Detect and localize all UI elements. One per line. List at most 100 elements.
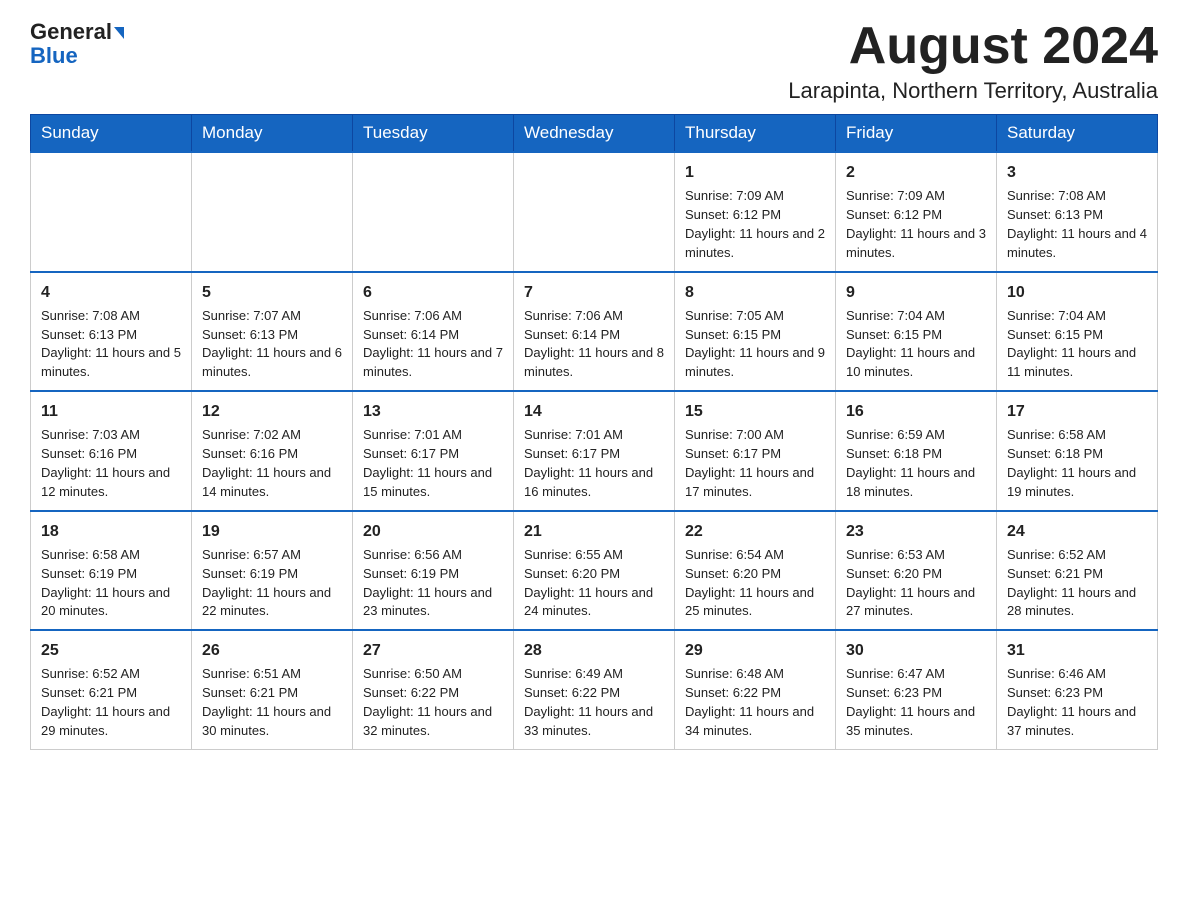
calendar-day-28: 28Sunrise: 6:49 AMSunset: 6:22 PMDayligh…	[514, 630, 675, 749]
logo-general: General	[30, 20, 124, 44]
calendar-day-25: 25Sunrise: 6:52 AMSunset: 6:21 PMDayligh…	[31, 630, 192, 749]
calendar-day-17: 17 Sunrise: 6:58 AMSunset: 6:18 PMDayligh…	[997, 391, 1158, 511]
calendar-day-9: 9Sunrise: 7:04 AMSunset: 6:15 PMDaylight…	[836, 272, 997, 392]
calendar-day-5: 5 Sunrise: 7:07 AMSunset: 6:13 PMDaylight…	[192, 272, 353, 392]
day-info: Sunrise: 6:47 AMSunset: 6:23 PMDaylight:…	[846, 666, 975, 738]
calendar-day-20: 20 Sunrise: 6:56 AMSunset: 6:19 PMDayligh…	[353, 511, 514, 631]
weekday-header-tuesday: Tuesday	[353, 115, 514, 153]
calendar-day-23: 23 Sunrise: 6:53 AMSunset: 6:20 PMDayligh…	[836, 511, 997, 631]
day-number: 17	[1007, 400, 1147, 423]
day-number: 20	[363, 520, 503, 543]
day-number: 26	[202, 639, 342, 662]
day-number: 2	[846, 161, 986, 184]
day-info: Sunrise: 7:01 AMSunset: 6:17 PMDaylight:…	[524, 427, 653, 499]
day-info: Sunrise: 6:55 AMSunset: 6:20 PMDaylight:…	[524, 547, 653, 619]
weekday-header-monday: Monday	[192, 115, 353, 153]
day-info: Sunrise: 6:49 AMSunset: 6:22 PMDaylight:…	[524, 666, 653, 738]
day-info: Sunrise: 7:07 AMSunset: 6:13 PMDaylight:…	[202, 308, 342, 380]
logo-triangle-icon	[114, 27, 124, 39]
calendar-empty-cell	[514, 152, 675, 272]
calendar-day-6: 6 Sunrise: 7:06 AMSunset: 6:14 PMDaylight…	[353, 272, 514, 392]
logo-blue: Blue	[30, 44, 124, 68]
day-info: Sunrise: 6:59 AMSunset: 6:18 PMDaylight:…	[846, 427, 975, 499]
day-number: 31	[1007, 639, 1147, 662]
day-number: 10	[1007, 281, 1147, 304]
calendar-empty-cell	[353, 152, 514, 272]
calendar-day-7: 7Sunrise: 7:06 AMSunset: 6:14 PMDaylight…	[514, 272, 675, 392]
calendar-week-row: 1 Sunrise: 7:09 AMSunset: 6:12 PMDaylight…	[31, 152, 1158, 272]
calendar-week-row: 4Sunrise: 7:08 AMSunset: 6:13 PMDaylight…	[31, 272, 1158, 392]
day-number: 13	[363, 400, 503, 423]
day-number: 3	[1007, 161, 1147, 184]
calendar-day-8: 8 Sunrise: 7:05 AMSunset: 6:15 PMDaylight…	[675, 272, 836, 392]
calendar-empty-cell	[192, 152, 353, 272]
day-info: Sunrise: 6:48 AMSunset: 6:22 PMDaylight:…	[685, 666, 814, 738]
day-number: 25	[41, 639, 181, 662]
calendar-day-1: 1 Sunrise: 7:09 AMSunset: 6:12 PMDaylight…	[675, 152, 836, 272]
day-info: Sunrise: 6:52 AMSunset: 6:21 PMDaylight:…	[1007, 547, 1136, 619]
day-number: 16	[846, 400, 986, 423]
day-info: Sunrise: 7:05 AMSunset: 6:15 PMDaylight:…	[685, 308, 825, 380]
day-number: 8	[685, 281, 825, 304]
calendar-day-10: 10 Sunrise: 7:04 AMSunset: 6:15 PMDayligh…	[997, 272, 1158, 392]
day-number: 23	[846, 520, 986, 543]
day-info: Sunrise: 6:57 AMSunset: 6:19 PMDaylight:…	[202, 547, 331, 619]
weekday-header-sunday: Sunday	[31, 115, 192, 153]
page-header: General Blue August 2024 Larapinta, Nort…	[30, 20, 1158, 104]
day-info: Sunrise: 6:46 AMSunset: 6:23 PMDaylight:…	[1007, 666, 1136, 738]
calendar-week-row: 25Sunrise: 6:52 AMSunset: 6:21 PMDayligh…	[31, 630, 1158, 749]
calendar-day-22: 22 Sunrise: 6:54 AMSunset: 6:20 PMDayligh…	[675, 511, 836, 631]
calendar-day-2: 2 Sunrise: 7:09 AMSunset: 6:12 PMDaylight…	[836, 152, 997, 272]
day-info: Sunrise: 7:09 AMSunset: 6:12 PMDaylight:…	[846, 188, 986, 260]
calendar-table: SundayMondayTuesdayWednesdayThursdayFrid…	[30, 114, 1158, 750]
calendar-day-11: 11 Sunrise: 7:03 AMSunset: 6:16 PMDayligh…	[31, 391, 192, 511]
day-number: 29	[685, 639, 825, 662]
day-info: Sunrise: 6:50 AMSunset: 6:22 PMDaylight:…	[363, 666, 492, 738]
day-number: 12	[202, 400, 342, 423]
day-info: Sunrise: 6:53 AMSunset: 6:20 PMDaylight:…	[846, 547, 975, 619]
day-info: Sunrise: 7:02 AMSunset: 6:16 PMDaylight:…	[202, 427, 331, 499]
day-info: Sunrise: 7:09 AMSunset: 6:12 PMDaylight:…	[685, 188, 825, 260]
day-info: Sunrise: 6:56 AMSunset: 6:19 PMDaylight:…	[363, 547, 492, 619]
calendar-title: August 2024	[788, 20, 1158, 72]
calendar-week-row: 18 Sunrise: 6:58 AMSunset: 6:19 PMDayligh…	[31, 511, 1158, 631]
day-number: 22	[685, 520, 825, 543]
calendar-day-26: 26 Sunrise: 6:51 AMSunset: 6:21 PMDayligh…	[192, 630, 353, 749]
calendar-day-24: 24Sunrise: 6:52 AMSunset: 6:21 PMDayligh…	[997, 511, 1158, 631]
weekday-header-wednesday: Wednesday	[514, 115, 675, 153]
calendar-day-4: 4Sunrise: 7:08 AMSunset: 6:13 PMDaylight…	[31, 272, 192, 392]
day-number: 7	[524, 281, 664, 304]
calendar-day-3: 3Sunrise: 7:08 AMSunset: 6:13 PMDaylight…	[997, 152, 1158, 272]
day-number: 5	[202, 281, 342, 304]
day-info: Sunrise: 7:06 AMSunset: 6:14 PMDaylight:…	[363, 308, 503, 380]
calendar-day-31: 31 Sunrise: 6:46 AMSunset: 6:23 PMDayligh…	[997, 630, 1158, 749]
day-info: Sunrise: 6:58 AMSunset: 6:19 PMDaylight:…	[41, 547, 170, 619]
weekday-header-friday: Friday	[836, 115, 997, 153]
calendar-day-19: 19Sunrise: 6:57 AMSunset: 6:19 PMDayligh…	[192, 511, 353, 631]
day-number: 11	[41, 400, 181, 423]
calendar-day-13: 13 Sunrise: 7:01 AMSunset: 6:17 PMDayligh…	[353, 391, 514, 511]
day-info: Sunrise: 6:58 AMSunset: 6:18 PMDaylight:…	[1007, 427, 1136, 499]
day-number: 14	[524, 400, 664, 423]
day-number: 1	[685, 161, 825, 184]
day-info: Sunrise: 6:51 AMSunset: 6:21 PMDaylight:…	[202, 666, 331, 738]
day-number: 15	[685, 400, 825, 423]
day-number: 6	[363, 281, 503, 304]
calendar-header-row: SundayMondayTuesdayWednesdayThursdayFrid…	[31, 115, 1158, 153]
calendar-day-16: 16 Sunrise: 6:59 AMSunset: 6:18 PMDayligh…	[836, 391, 997, 511]
calendar-week-row: 11 Sunrise: 7:03 AMSunset: 6:16 PMDayligh…	[31, 391, 1158, 511]
weekday-header-thursday: Thursday	[675, 115, 836, 153]
day-info: Sunrise: 7:08 AMSunset: 6:13 PMDaylight:…	[41, 308, 181, 380]
calendar-day-18: 18 Sunrise: 6:58 AMSunset: 6:19 PMDayligh…	[31, 511, 192, 631]
day-info: Sunrise: 7:01 AMSunset: 6:17 PMDaylight:…	[363, 427, 492, 499]
calendar-day-12: 12 Sunrise: 7:02 AMSunset: 6:16 PMDayligh…	[192, 391, 353, 511]
day-info: Sunrise: 7:03 AMSunset: 6:16 PMDaylight:…	[41, 427, 170, 499]
calendar-day-30: 30Sunrise: 6:47 AMSunset: 6:23 PMDayligh…	[836, 630, 997, 749]
day-number: 18	[41, 520, 181, 543]
day-info: Sunrise: 7:04 AMSunset: 6:15 PMDaylight:…	[1007, 308, 1136, 380]
day-info: Sunrise: 6:54 AMSunset: 6:20 PMDaylight:…	[685, 547, 814, 619]
calendar-empty-cell	[31, 152, 192, 272]
logo: General Blue	[30, 20, 124, 68]
calendar-day-21: 21Sunrise: 6:55 AMSunset: 6:20 PMDayligh…	[514, 511, 675, 631]
day-info: Sunrise: 7:04 AMSunset: 6:15 PMDaylight:…	[846, 308, 975, 380]
